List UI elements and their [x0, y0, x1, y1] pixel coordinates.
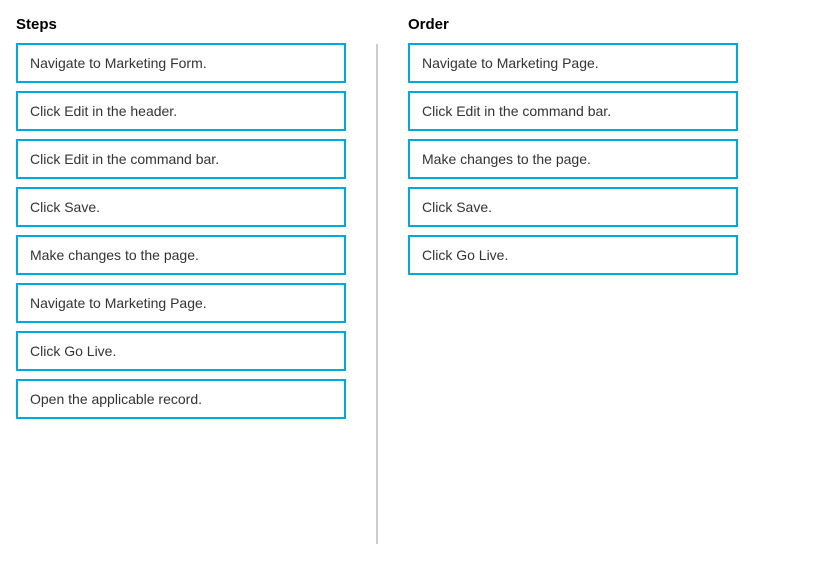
steps-column: Steps Navigate to Marketing Form. Click E… [16, 16, 346, 427]
column-divider [376, 44, 378, 544]
steps-item-5[interactable]: Navigate to Marketing Page. [16, 283, 346, 323]
main-layout: Steps Navigate to Marketing Form. Click E… [16, 16, 803, 544]
steps-item-7[interactable]: Open the applicable record. [16, 379, 346, 419]
steps-list: Navigate to Marketing Form. Click Edit in… [16, 43, 346, 419]
order-column: Order Navigate to Marketing Page. Click E… [408, 16, 738, 283]
steps-item-4[interactable]: Make changes to the page. [16, 235, 346, 275]
order-item-4[interactable]: Click Go Live. [408, 235, 738, 275]
order-list: Navigate to Marketing Page. Click Edit in… [408, 43, 738, 275]
order-item-3[interactable]: Click Save. [408, 187, 738, 227]
steps-item-3[interactable]: Click Save. [16, 187, 346, 227]
steps-item-2[interactable]: Click Edit in the command bar. [16, 139, 346, 179]
steps-item-1[interactable]: Click Edit in the header. [16, 91, 346, 131]
steps-item-6[interactable]: Click Go Live. [16, 331, 346, 371]
steps-item-0[interactable]: Navigate to Marketing Form. [16, 43, 346, 83]
order-item-1[interactable]: Click Edit in the command bar. [408, 91, 738, 131]
order-item-2[interactable]: Make changes to the page. [408, 139, 738, 179]
order-item-0[interactable]: Navigate to Marketing Page. [408, 43, 738, 83]
steps-header: Steps [16, 16, 346, 33]
order-header: Order [408, 16, 738, 33]
